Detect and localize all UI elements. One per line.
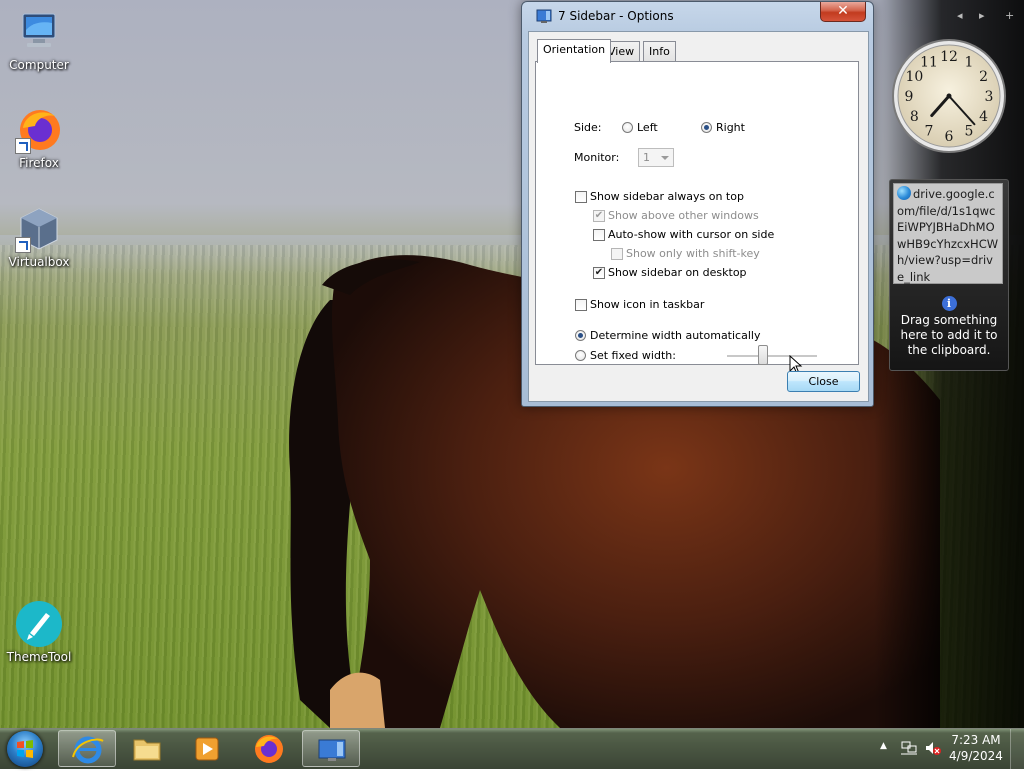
computer-icon <box>22 13 56 47</box>
monitor-label: Monitor: <box>574 151 620 164</box>
width-slider-track[interactable] <box>727 355 817 358</box>
clock-number: 10 <box>905 69 923 85</box>
clock-face: 12 12 3 45678 9 1011 <box>892 39 1006 153</box>
clock-number: 3 <box>985 89 994 105</box>
sidebar-app-icon <box>536 9 552 23</box>
system-tray: ▲ <box>876 739 946 759</box>
clock-display[interactable]: 7:23 AM 4/9/2024 <box>948 732 1004 764</box>
clock-number: 5 <box>965 124 974 140</box>
desktop-icon-label: Computer <box>9 58 69 72</box>
add-gadget-icon[interactable]: + <box>1005 9 1014 22</box>
shortcut-arrow-icon <box>15 138 31 154</box>
window-close-button[interactable]: ✕ <box>820 2 866 22</box>
show-on-desktop-checkbox[interactable]: ✔ <box>593 267 605 279</box>
show-desktop-button[interactable] <box>1010 729 1024 769</box>
desktop-icon-virtualbox[interactable]: Virtualbox <box>2 205 76 269</box>
previous-gadget-icon[interactable]: ◂ <box>957 9 963 22</box>
chevron-down-icon <box>661 156 669 160</box>
desktop-icon-label: ThemeTool <box>6 650 72 664</box>
side-right-radio[interactable] <box>701 122 712 133</box>
clock-number: 7 <box>925 124 934 140</box>
show-on-desktop-label[interactable]: Show sidebar on desktop <box>608 266 747 279</box>
clipboard-item[interactable]: drive.google.com/file/d/1s1qwcEiWPYJBHaD… <box>893 183 1003 284</box>
start-button[interactable] <box>7 731 43 767</box>
auto-show-label[interactable]: Auto-show with cursor on side <box>608 228 774 241</box>
desktop-icon-themetool[interactable]: ThemeTool <box>2 600 76 664</box>
taskbar: ▲ 7:23 AM 4/9/2024 <box>0 728 1024 769</box>
clipboard-gadget[interactable]: drive.google.com/file/d/1s1qwcEiWPYJBHaD… <box>889 179 1009 371</box>
close-button[interactable]: Close <box>787 371 860 392</box>
windows-logo-icon <box>17 740 33 758</box>
desktop-icon-firefox[interactable]: Firefox <box>2 106 76 170</box>
window-client-area: Orientation View Info Side: Left Right M… <box>528 31 869 402</box>
above-other-windows-label: Show above other windows <box>608 209 759 222</box>
taskbar-date: 4/9/2024 <box>949 749 1003 763</box>
taskbar-icon-label[interactable]: Show icon in taskbar <box>590 298 704 311</box>
sidebar-controls: ◂ ▸ + <box>955 9 1019 23</box>
auto-show-checkbox[interactable] <box>593 229 605 241</box>
desktop-icon-label: Firefox <box>19 156 59 170</box>
sidebar-app-icon <box>318 739 346 761</box>
options-window: 7 Sidebar - Options ✕ Orientation View I… <box>521 1 874 407</box>
media-player-icon <box>195 737 219 761</box>
above-other-windows-checkbox: ✔ <box>593 210 605 222</box>
tab-info[interactable]: Info <box>643 41 676 61</box>
always-on-top-label[interactable]: Show sidebar always on top <box>590 190 744 203</box>
shift-key-label: Show only with shift-key <box>626 247 760 260</box>
side-left-label[interactable]: Left <box>637 121 658 134</box>
info-icon: i <box>941 296 957 311</box>
desktop-icon-computer[interactable]: Computer <box>2 8 76 72</box>
taskbar-firefox[interactable] <box>240 730 298 767</box>
clock-number: 11 <box>920 54 938 70</box>
clipboard-item-text: drive.google.com/file/d/1s1qwcEiWPYJBHaD… <box>897 187 999 284</box>
tab-orientation[interactable]: Orientation <box>537 39 612 63</box>
fixed-width-radio[interactable] <box>575 350 586 361</box>
orientation-panel: Side: Left Right Monitor: 1 Show sidebar… <box>535 61 859 375</box>
clock-number: 6 <box>945 129 954 145</box>
firefox-icon <box>255 735 283 763</box>
volume-muted-icon[interactable] <box>924 740 942 756</box>
next-gadget-icon[interactable]: ▸ <box>979 9 985 22</box>
clock-number: 9 <box>905 89 914 105</box>
clock-number: 8 <box>910 109 919 125</box>
themetool-icon <box>16 601 62 647</box>
taskbar-7-sidebar[interactable] <box>302 730 360 767</box>
window-title: 7 Sidebar - Options <box>558 9 674 23</box>
side-left-radio[interactable] <box>622 122 633 133</box>
clock-number: 2 <box>979 69 988 85</box>
always-on-top-checkbox[interactable] <box>575 191 587 203</box>
taskbar-icon-checkbox[interactable] <box>575 299 587 311</box>
auto-width-label[interactable]: Determine width automatically <box>590 329 760 342</box>
clock-gadget[interactable]: 12 1 2 3 4 5 6 7 8 9 10 11 <box>891 38 1007 158</box>
network-icon[interactable] <box>900 740 918 756</box>
file-explorer-icon <box>133 739 161 761</box>
globe-icon <box>897 186 911 200</box>
clock-number: 12 <box>940 49 958 65</box>
side-right-label[interactable]: Right <box>716 121 745 134</box>
shift-key-checkbox <box>611 248 623 260</box>
taskbar-time: 7:23 AM <box>951 733 1001 747</box>
show-hidden-icons-icon[interactable]: ▲ <box>880 741 887 751</box>
shortcut-arrow-icon <box>15 237 31 253</box>
auto-width-radio[interactable] <box>575 330 586 341</box>
side-label: Side: <box>574 121 602 134</box>
clock-number: 4 <box>979 109 988 125</box>
internet-explorer-icon <box>72 736 104 764</box>
width-slider-thumb[interactable] <box>758 345 768 365</box>
clipboard-help: i Drag something here to add it to the c… <box>890 296 1008 358</box>
clock-number: 1 <box>965 54 974 70</box>
taskbar-media-player[interactable] <box>178 730 236 767</box>
desktop-icon-label: Virtualbox <box>8 255 70 269</box>
fixed-width-label[interactable]: Set fixed width: <box>590 349 676 362</box>
clipboard-help-text: Drag something here to add it to the cli… <box>900 313 998 357</box>
monitor-value: 1 <box>643 151 650 164</box>
taskbar-file-explorer[interactable] <box>118 730 176 767</box>
monitor-select[interactable]: 1 <box>638 148 674 167</box>
taskbar-internet-explorer[interactable] <box>58 730 116 767</box>
